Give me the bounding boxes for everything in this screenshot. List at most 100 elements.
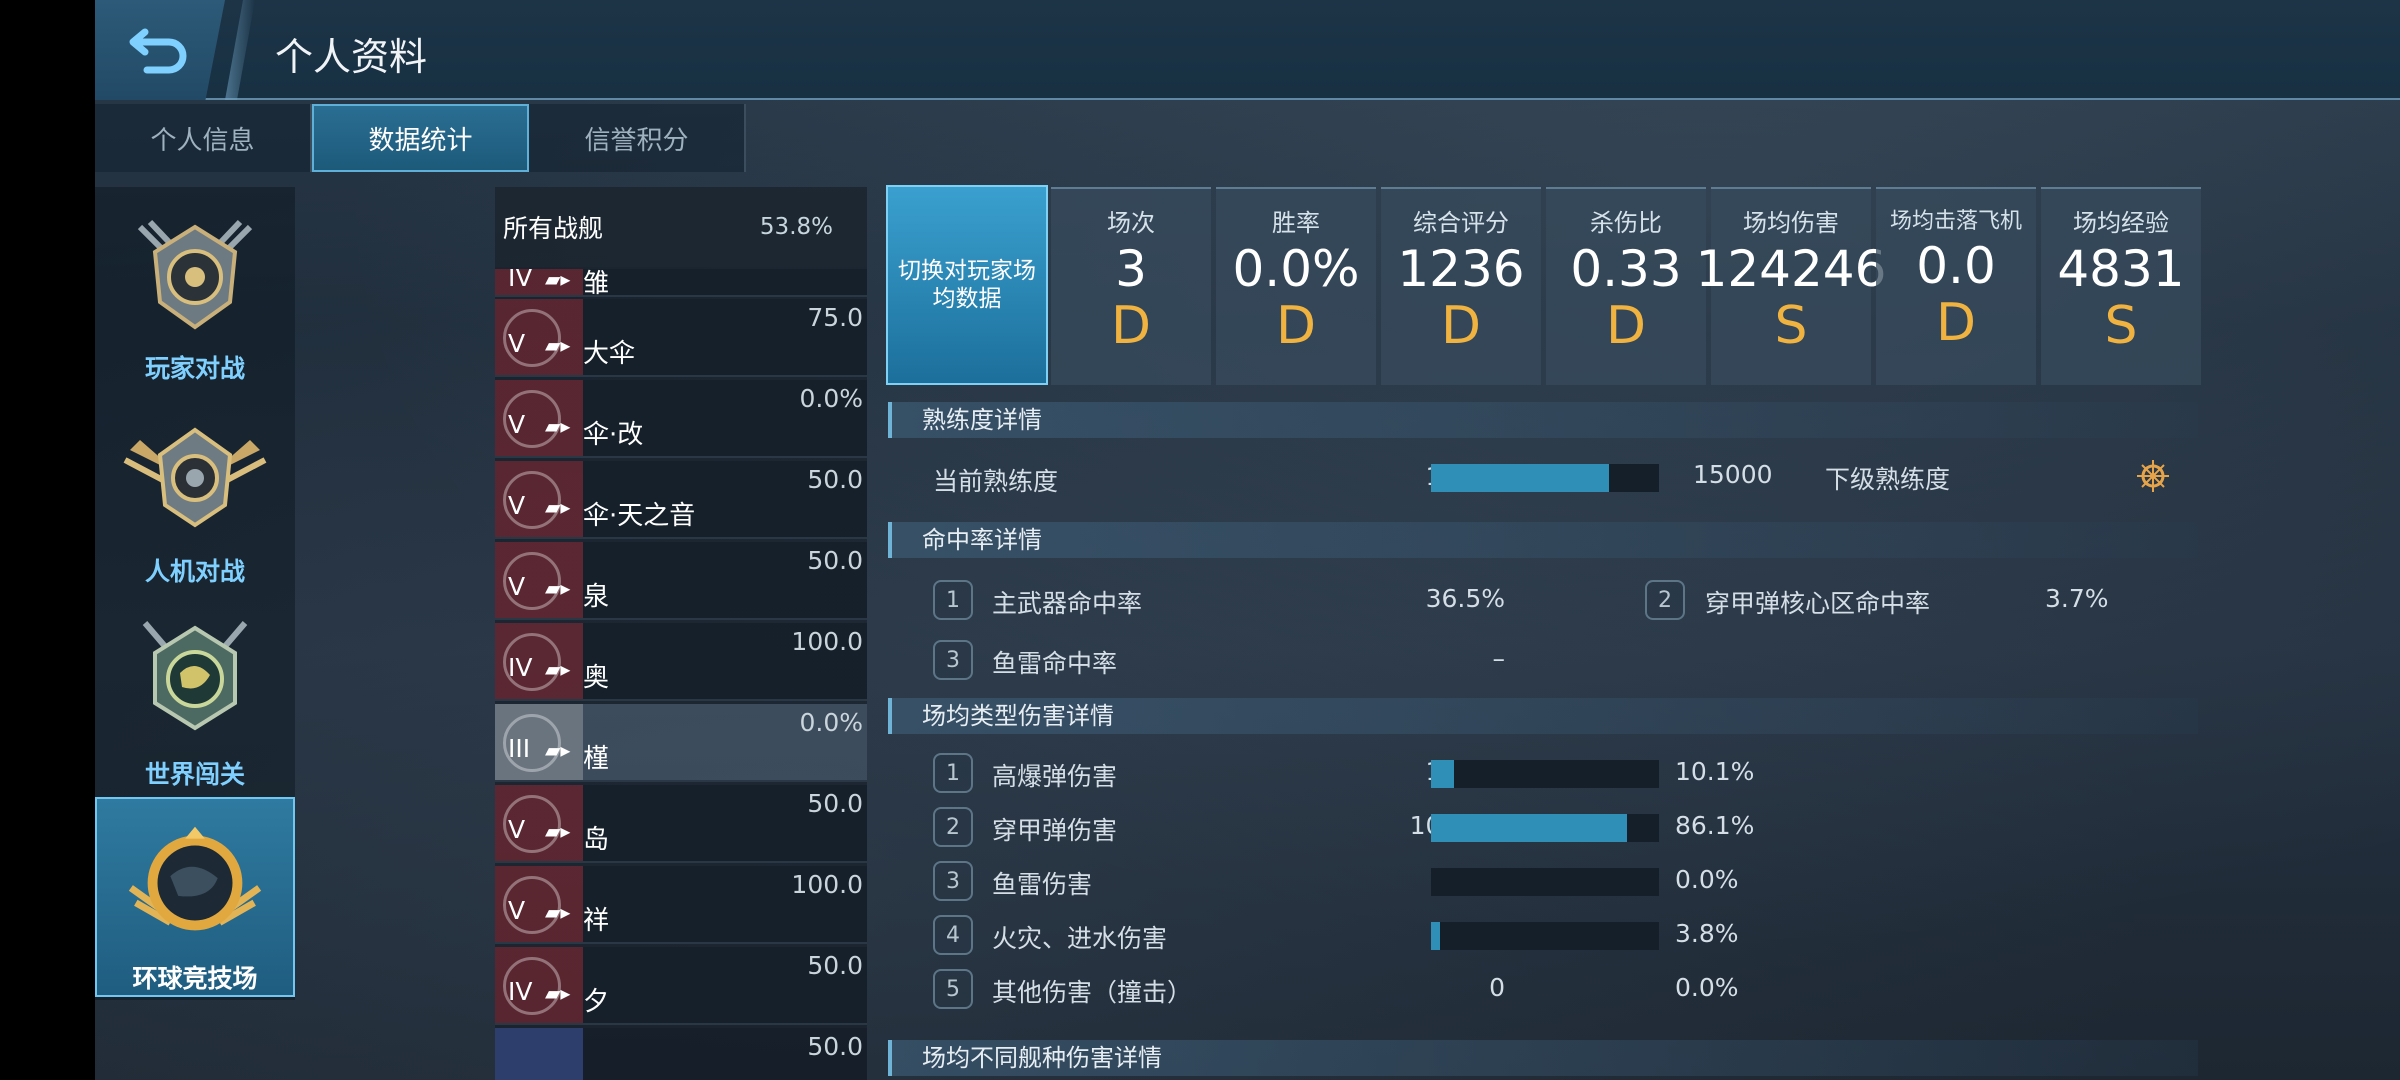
ship-type-icon: ▰▸	[545, 414, 571, 438]
ship-row[interactable]: V ▰▸ 岛 50.0	[495, 785, 867, 863]
page-title: 个人资料	[275, 35, 428, 79]
proficiency-section-title: 熟练度详情	[888, 402, 2198, 438]
ship-row[interactable]: 50.0	[495, 1028, 867, 1080]
damage-index-badge: 1	[933, 753, 973, 793]
accuracy-label: 穿甲弹核心区命中率	[1705, 589, 1931, 618]
mode-pve[interactable]: 人机对战	[95, 390, 295, 590]
accuracy-index-badge: 1	[933, 580, 973, 620]
accuracy-label: 主武器命中率	[992, 589, 1143, 618]
switch-pvp-average-button[interactable]: 切换对玩家场均数据	[886, 185, 1048, 385]
ship-name: 泉	[583, 582, 610, 612]
ship-name: 大伞	[583, 339, 636, 369]
damage-index-badge: 4	[933, 915, 973, 955]
back-button[interactable]	[95, 0, 225, 100]
ship-tier: IV	[508, 269, 533, 292]
ship-name: 槿	[583, 744, 610, 774]
ship-rate: 50.0	[807, 789, 863, 818]
ship-all-label: 所有战舰	[503, 214, 604, 243]
ship-rate: 0.0%	[799, 384, 863, 413]
damage-label: 其他伤害（撞击）	[992, 978, 1193, 1007]
tab-data-stats[interactable]: 数据统计	[312, 104, 529, 172]
ship-rate: 50.0	[807, 951, 863, 980]
pvp-emblem-icon	[137, 219, 253, 330]
mode-label: 世界闯关	[144, 760, 245, 789]
stat-value: 0.33	[1570, 240, 1682, 298]
ship-row[interactable]: IV ▰▸ 奥 100.0	[495, 623, 867, 701]
ship-rate: 0.0%	[799, 708, 863, 737]
ship-row[interactable]: V ▰▸ 伞·改 0.0%	[495, 380, 867, 458]
accuracy-value: 36.5%	[1425, 584, 1505, 613]
ship-tier: V	[508, 815, 526, 844]
pve-emblem-icon	[123, 427, 267, 528]
accuracy-value: –	[1492, 644, 1506, 673]
ship-row-partial[interactable]: IV ▰▸ 雏	[495, 269, 867, 297]
ship-type-icon: ▰▸	[545, 269, 571, 291]
stat-grade: D	[1110, 296, 1152, 356]
ship-row-selected[interactable]: III ▰▸ 槿 0.0%	[495, 704, 867, 782]
ship-list[interactable]: 所有战舰 53.8% IV ▰▸ 雏 V ▰▸ 大伞 75.0 V ▰▸ 伞·改…	[495, 187, 867, 1080]
stat-value: 0.0	[1916, 237, 1996, 295]
ship-row[interactable]: V ▰▸ 伞·天之音 50.0	[495, 461, 867, 539]
damage-percent: 0.0%	[1675, 865, 1739, 894]
stat-label: 场均伤害	[1743, 209, 1839, 237]
damage-label: 鱼雷伤害	[992, 870, 1093, 899]
proficiency-bar	[1431, 464, 1659, 492]
damage-label: 火灾、进水伤害	[992, 924, 1168, 953]
tab-personal-info[interactable]: 个人信息	[95, 104, 312, 172]
mode-arena[interactable]: 环球竞技场	[95, 797, 295, 997]
stat-avg-planes: 场均击落飞机 0.0 D	[1876, 187, 2036, 385]
mode-label: 人机对战	[144, 557, 245, 586]
arena-emblem-icon	[128, 826, 262, 931]
tab-credit-score[interactable]: 信誉积分	[529, 104, 746, 172]
ship-tier: IV	[508, 977, 533, 1006]
stat-matches: 场次 3 D	[1051, 187, 1211, 385]
stat-value: 3	[1115, 240, 1147, 298]
stat-grade: D	[1275, 296, 1317, 356]
damage-index-badge: 2	[933, 807, 973, 847]
ship-name: 雏	[583, 269, 610, 297]
proficiency-max: 15000	[1693, 460, 1773, 489]
stat-value: 124246	[1695, 240, 1887, 298]
ship-row[interactable]: IV ▰▸ 夕 50.0	[495, 947, 867, 1025]
damage-percent: 86.1%	[1675, 811, 1755, 840]
ship-tier: V	[508, 572, 526, 601]
ship-row[interactable]: V ▰▸ 祥 100.0	[495, 866, 867, 944]
proficiency-bar-fill	[1431, 464, 1610, 492]
mode-pvp[interactable]: 玩家对战	[95, 187, 295, 387]
ship-wheel-icon[interactable]	[2135, 458, 2171, 494]
ship-all-row[interactable]: 所有战舰 53.8%	[495, 187, 867, 267]
stat-label: 场次	[1107, 209, 1155, 237]
tab-bar: 个人信息 数据统计 信誉积分	[95, 104, 746, 172]
stat-grade: S	[2104, 296, 2138, 356]
stat-label: 胜率	[1272, 209, 1320, 237]
ship-rate: 50.0	[807, 546, 863, 575]
ship-name: 夕	[583, 987, 610, 1017]
ship-name: 岛	[583, 825, 610, 855]
stat-value: 4831	[2057, 240, 2185, 298]
ship-rate: 75.0	[807, 303, 863, 332]
ship-rate: 100.0	[791, 870, 863, 899]
stat-value: 1236	[1397, 240, 1525, 298]
accuracy-label: 鱼雷命中率	[992, 649, 1118, 678]
damage-value: 0	[1489, 973, 1505, 1002]
damage-percent: 0.0%	[1675, 973, 1739, 1002]
header-bar: 个人资料	[95, 0, 2400, 100]
damage-type-section-title: 场均类型伤害详情	[888, 698, 2198, 734]
damage-bar	[1431, 814, 1659, 842]
damage-percent: 3.8%	[1675, 919, 1739, 948]
ship-name: 祥	[583, 906, 610, 936]
mode-world[interactable]: 世界闯关	[95, 593, 295, 793]
ship-type-icon: ▰▸	[545, 738, 571, 762]
stat-grade: D	[1605, 296, 1647, 356]
ship-tier: V	[508, 410, 526, 439]
damage-bar-fill	[1431, 814, 1628, 842]
ship-rate: 50.0	[807, 1032, 863, 1061]
ship-rate: 100.0	[791, 627, 863, 656]
ship-row[interactable]: V ▰▸ 大伞 75.0	[495, 299, 867, 377]
ship-rate: 50.0	[807, 465, 863, 494]
stat-avg-exp: 场均经验 4831 S	[2041, 187, 2201, 385]
ship-row[interactable]: V ▰▸ 泉 50.0	[495, 542, 867, 620]
damage-bar	[1431, 868, 1659, 896]
stat-value: 0.0%	[1232, 240, 1360, 298]
stat-grade: D	[1440, 296, 1482, 356]
